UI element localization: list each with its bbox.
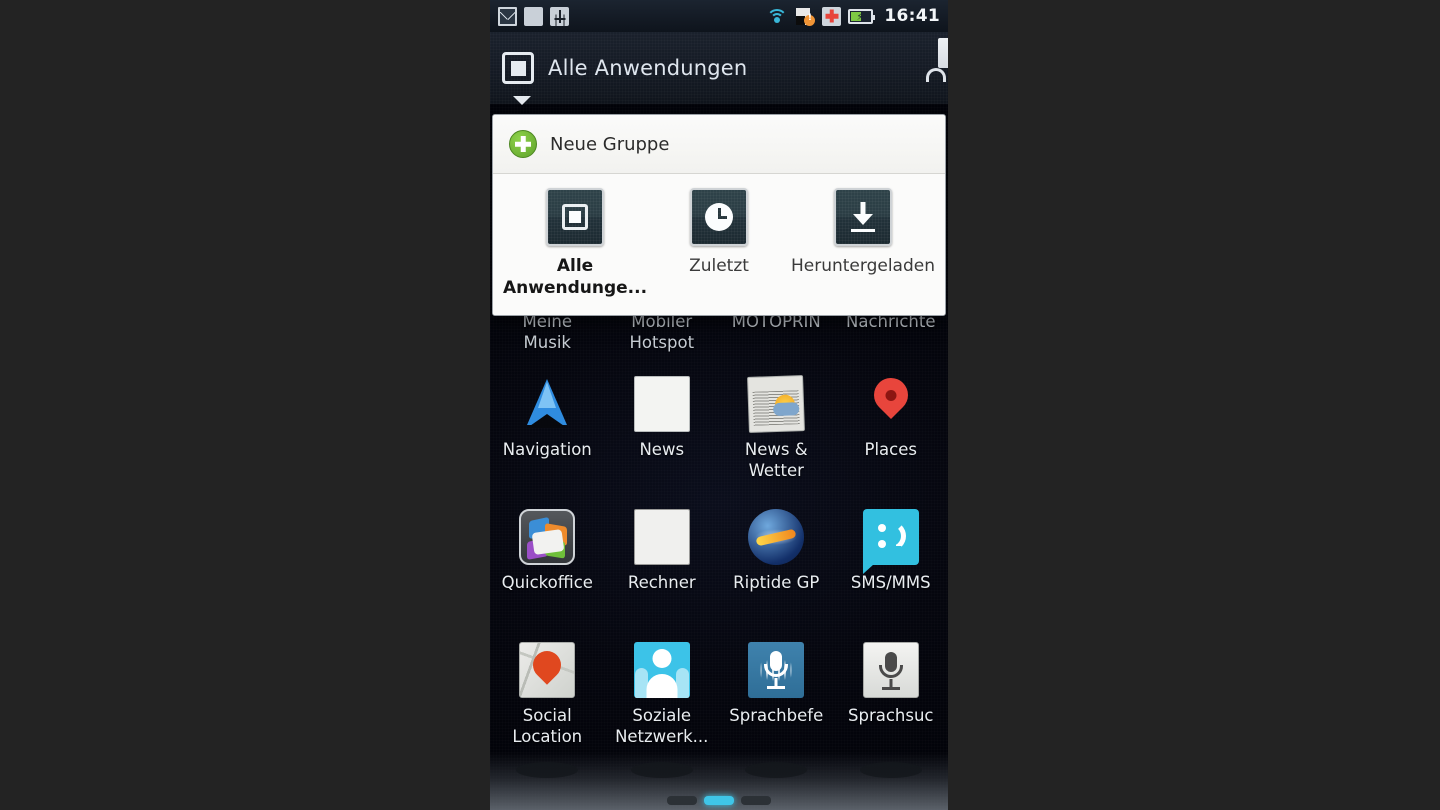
- dock-shortcuts: [490, 762, 948, 782]
- voice-search-icon: [862, 642, 919, 698]
- news-and-weather-icon: [747, 375, 806, 433]
- app-label: SMS/MMS: [850, 573, 931, 592]
- group-selector-popup: Neue Gruppe Alle Anwendunge... Zuletzt H…: [492, 114, 946, 316]
- status-bar-clock: 16:41: [884, 6, 940, 26]
- download-icon: [833, 188, 892, 246]
- group-tile-recent[interactable]: Zuletzt: [647, 188, 791, 299]
- app-grid-row: Navigation News News & Wetter Places: [490, 370, 949, 481]
- social-location-icon: [519, 642, 576, 698]
- app-item-voice-command[interactable]: Sprachbefe: [719, 642, 834, 747]
- page-indicator[interactable]: [667, 796, 771, 805]
- plus-red-icon: [822, 6, 842, 26]
- group-tile-downloaded[interactable]: Heruntergeladen: [791, 188, 935, 299]
- clock-icon: [690, 188, 749, 246]
- sms-mms-icon: [862, 509, 919, 574]
- all-apps-icon: [546, 188, 605, 246]
- status-bar-left-icons: [498, 6, 569, 26]
- new-group-row[interactable]: Neue Gruppe: [493, 115, 945, 174]
- quickoffice-icon: [519, 509, 576, 565]
- app-item-navigation[interactable]: Navigation: [490, 376, 605, 481]
- app-item-voice-search[interactable]: Sprachsuc: [834, 642, 949, 747]
- dock-slot[interactable]: [490, 762, 605, 782]
- page-dot[interactable]: [667, 796, 697, 805]
- app-item-places[interactable]: Places: [834, 370, 949, 481]
- group-tile-label: Zuletzt: [689, 256, 749, 276]
- app-label: Meine Musik: [522, 312, 573, 352]
- places-icon: [863, 370, 919, 432]
- caret-down-icon: [513, 96, 531, 105]
- status-bar[interactable]: ⚡ 16:41: [490, 0, 948, 32]
- navigation-icon: [519, 376, 575, 432]
- dock-slot[interactable]: [719, 762, 834, 782]
- group-tile-label: Alle Anwendunge...: [503, 256, 648, 298]
- app-label: Soziale Netzwerk...: [615, 706, 709, 746]
- all-apps-spinner-button[interactable]: Alle Anwendungen: [502, 52, 747, 84]
- new-group-label: Neue Gruppe: [550, 133, 670, 155]
- wifi-icon: [766, 7, 788, 25]
- app-item-sms-mms[interactable]: SMS/MMS: [834, 509, 949, 593]
- app-item-news[interactable]: News: [605, 376, 720, 481]
- app-label: Riptide GP: [733, 573, 820, 592]
- sd-card-warning-icon: [795, 7, 816, 26]
- app-label: Navigation: [502, 440, 592, 459]
- app-label: Sprachbefe: [729, 706, 824, 725]
- voice-command-icon: [748, 642, 805, 698]
- app-grid-icon: [524, 6, 543, 26]
- app-item-social-location[interactable]: Social Location: [490, 642, 605, 747]
- all-apps-icon: [502, 52, 534, 84]
- app-item-social-networks[interactable]: Soziale Netzwerk...: [605, 642, 720, 747]
- app-label: Rechner: [627, 573, 696, 592]
- screenshot-stage: ⚡ 16:41 Alle Anwendungen Meine: [0, 0, 1440, 810]
- calculator-icon: [633, 509, 690, 565]
- app-grid-row: Quickoffice Rechner Riptide GP SMS/MMS: [490, 509, 948, 593]
- news-icon: [633, 376, 690, 432]
- app-label: Sprachsuc: [848, 706, 934, 725]
- app-label: News & Wetter: [744, 440, 808, 480]
- plus-circle-icon: [509, 130, 537, 158]
- app-item-calculator[interactable]: Rechner: [605, 509, 720, 593]
- app-label: Social Location: [512, 706, 583, 746]
- riptide-gp-icon: [748, 509, 805, 565]
- group-tiles: Alle Anwendunge... Zuletzt Heruntergelad…: [493, 174, 945, 315]
- group-tile-all-apps[interactable]: Alle Anwendunge...: [503, 188, 647, 299]
- app-item-quickoffice[interactable]: Quickoffice: [490, 509, 605, 593]
- app-item-news-weather[interactable]: News & Wetter: [719, 375, 834, 481]
- page-dot-active[interactable]: [704, 796, 734, 805]
- action-bar: Alle Anwendungen: [490, 32, 948, 104]
- group-tile-label: Heruntergeladen: [790, 256, 935, 276]
- app-grid-row: Social Location Soziale Netzwerk... Spra…: [490, 642, 948, 747]
- dock-slot[interactable]: [605, 762, 720, 782]
- app-item-riptide-gp[interactable]: Riptide GP: [719, 509, 834, 593]
- status-bar-right-icons: ⚡ 16:41: [766, 6, 940, 26]
- app-label: Quickoffice: [501, 573, 593, 592]
- action-bar-title: Alle Anwendungen: [548, 56, 748, 80]
- gmail-icon: [498, 6, 517, 26]
- app-label: Places: [864, 440, 917, 459]
- dock-slot[interactable]: [834, 762, 949, 782]
- phone-screen: ⚡ 16:41 Alle Anwendungen Meine: [490, 0, 948, 810]
- app-label: Mobiler Hotspot: [629, 312, 695, 352]
- battery-charging-icon: ⚡: [848, 8, 876, 24]
- dock: [490, 752, 948, 810]
- usb-debug-icon: [550, 6, 569, 26]
- page-dot[interactable]: [741, 796, 771, 805]
- social-networks-icon: [633, 642, 690, 698]
- app-label: News: [639, 440, 685, 459]
